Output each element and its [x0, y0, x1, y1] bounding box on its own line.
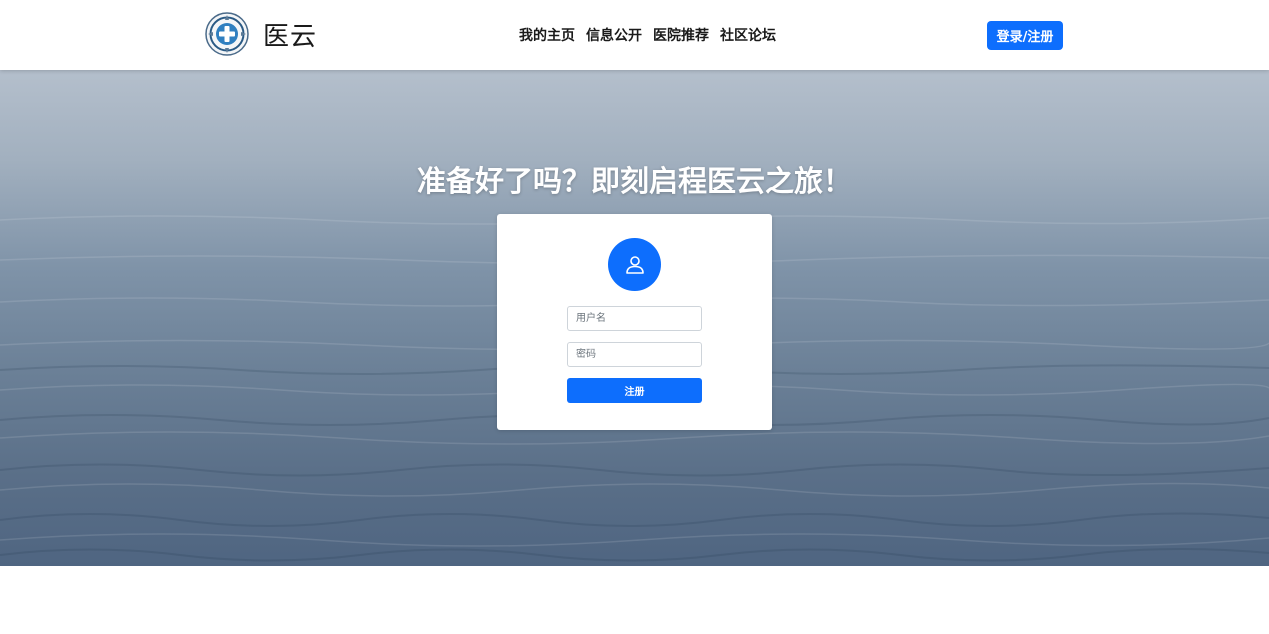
medical-cross-logo-icon — [205, 12, 249, 56]
hero-title: 准备好了吗？即刻启程医云之旅！ — [416, 164, 852, 198]
username-input[interactable] — [567, 306, 702, 331]
register-card: 注册 — [497, 214, 772, 430]
nav-link-forum[interactable]: 社区论坛 — [720, 25, 776, 45]
nav-link-home[interactable]: 我的主页 — [519, 25, 575, 45]
avatar — [608, 238, 661, 291]
password-input[interactable] — [567, 342, 702, 367]
register-button[interactable]: 注册 — [567, 378, 702, 403]
top-navbar: 医云 我的主页 信息公开 医院推荐 社区论坛 登录/注册 — [0, 0, 1269, 70]
brand-name: 医云 — [263, 21, 318, 52]
login-register-button[interactable]: 登录/注册 — [987, 21, 1063, 50]
nav-link-hospitals[interactable]: 医院推荐 — [653, 25, 709, 45]
nav-link-info[interactable]: 信息公开 — [586, 25, 642, 45]
hero-banner: 准备好了吗？即刻启程医云之旅！ 注册 — [0, 70, 1269, 566]
main-nav: 我的主页 信息公开 医院推荐 社区论坛 — [519, 25, 776, 45]
brand[interactable]: 医云 — [205, 12, 317, 56]
user-icon — [625, 255, 644, 274]
